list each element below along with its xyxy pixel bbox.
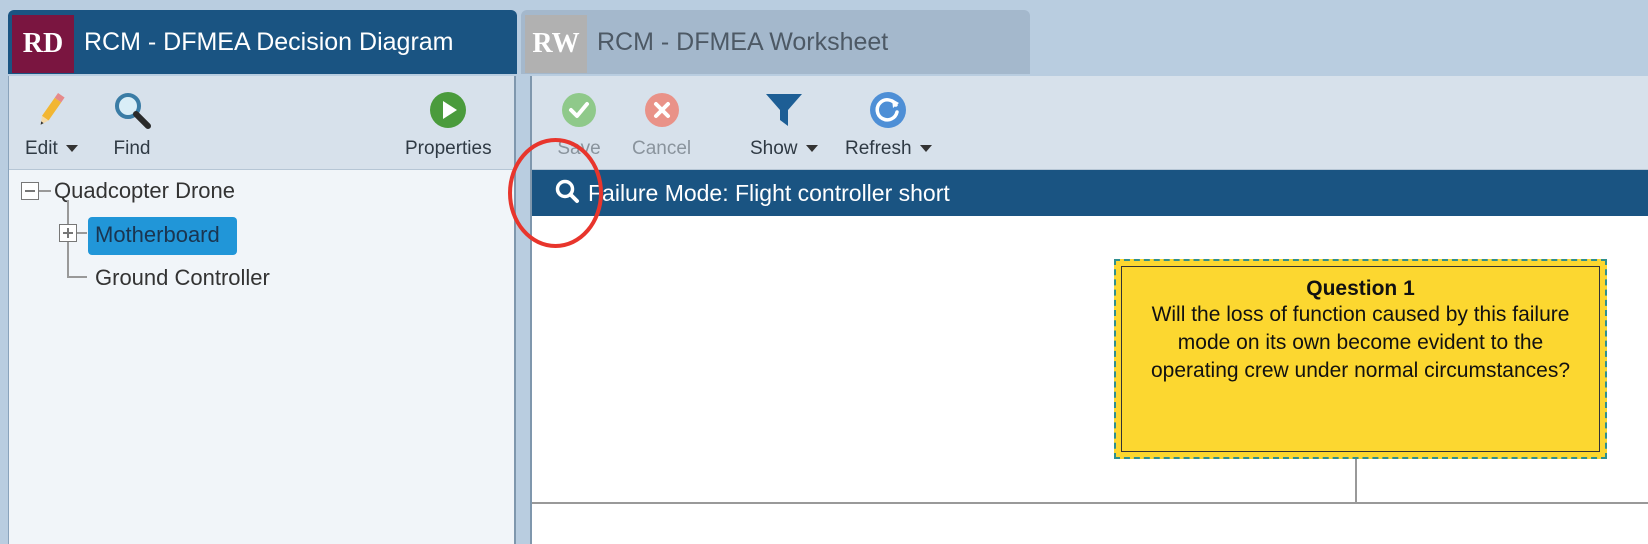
highlight-circle: [508, 138, 603, 248]
x-circle-icon: [640, 88, 684, 132]
tree-node-quadcopter-drone[interactable]: Quadcopter Drone: [54, 178, 235, 204]
show-button[interactable]: Show: [750, 88, 818, 160]
cancel-button[interactable]: Cancel: [632, 88, 691, 160]
right-toolbar: Save Cancel Show Refresh: [532, 76, 1648, 170]
tab-worksheet[interactable]: RW RCM - DFMEA Worksheet: [521, 10, 1030, 74]
rw-badge: RW: [525, 15, 587, 73]
tab-title-decision-diagram: RCM - DFMEA Decision Diagram: [84, 27, 454, 56]
chevron-down-icon: [65, 145, 78, 153]
tree-node-ground-controller[interactable]: Ground Controller: [95, 265, 270, 291]
failure-mode-title: Failure Mode: Flight controller short: [588, 179, 950, 206]
magnifier-icon: [110, 88, 154, 132]
question-content: Question 1 Will the loss of function cau…: [1121, 266, 1600, 452]
chevron-down-icon: [805, 145, 818, 153]
tree-connector: [77, 232, 87, 234]
tree-connector: [67, 276, 87, 278]
tree-connector: [39, 190, 51, 192]
tab-decision-diagram[interactable]: RD RCM - DFMEA Decision Diagram: [8, 10, 517, 74]
cancel-label: Cancel: [632, 138, 692, 159]
refresh-button[interactable]: Refresh: [845, 88, 932, 160]
refresh-icon: [866, 88, 910, 132]
question-title: Question 1: [1306, 277, 1415, 300]
right-panel: Save Cancel Show Refresh Failure Mode: F…: [532, 76, 1648, 544]
edit-button[interactable]: Edit: [25, 88, 78, 160]
tree-view: Quadcopter Drone Motherboard Ground Cont…: [9, 169, 515, 544]
find-label: Find: [113, 138, 151, 159]
play-circle-icon: [426, 88, 470, 132]
properties-button[interactable]: Properties: [405, 88, 492, 160]
left-panel: Edit Find Properties Quadcopter Drone Mo…: [8, 76, 515, 544]
pencil-icon: [29, 88, 73, 132]
show-label: Show: [750, 138, 798, 159]
properties-label: Properties: [405, 138, 492, 159]
check-circle-icon: [557, 88, 601, 132]
question-box[interactable]: Question 1 Will the loss of function cau…: [1114, 259, 1607, 459]
edit-label: Edit: [25, 138, 58, 159]
expand-icon[interactable]: [59, 224, 77, 242]
question-text: Will the loss of function caused by this…: [1150, 303, 1571, 382]
diagram-connector: [1355, 459, 1357, 502]
tree-node-motherboard[interactable]: Motherboard: [95, 222, 220, 248]
find-button[interactable]: Find: [110, 88, 154, 160]
left-toolbar: Edit Find Properties: [9, 76, 515, 170]
refresh-label: Refresh: [845, 138, 912, 159]
tab-title-worksheet: RCM - DFMEA Worksheet: [597, 27, 889, 56]
funnel-icon: [762, 88, 806, 132]
collapse-icon[interactable]: [21, 182, 39, 200]
diagram-branch-line: [532, 502, 1648, 504]
failure-mode-bar: Failure Mode: Flight controller short: [532, 170, 1648, 216]
chevron-down-icon: [919, 145, 932, 153]
rd-badge: RD: [12, 15, 74, 73]
